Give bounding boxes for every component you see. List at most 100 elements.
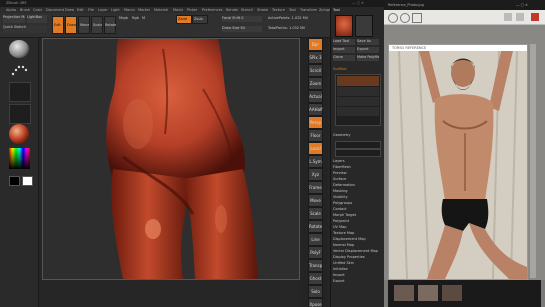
contact-section[interactable]: Contact [333,207,381,212]
zsub-button[interactable]: Zsub [192,15,208,24]
load-tool-button[interactable]: Load Tool [333,39,355,45]
zoom-out-icon[interactable] [400,13,410,23]
actual-button[interactable]: Actual [308,90,323,103]
rotate-icon[interactable] [412,13,422,23]
import-button[interactable]: Import [333,47,355,53]
initialize-section[interactable]: Initialize [333,267,381,272]
frame-button[interactable]: Frame [308,181,323,194]
save-as-button[interactable]: Save As [357,39,379,45]
layers-section[interactable]: Layers [333,159,381,164]
make-polymesh-button[interactable]: Make PolyMesh3D [357,55,379,61]
color-picker[interactable] [9,148,30,169]
polyf-button[interactable]: PolyF [308,246,323,259]
alpha-thumbnail[interactable] [9,82,31,102]
edit-button[interactable]: Edit [52,16,64,34]
polygroups-section[interactable]: Polygroups [333,201,381,206]
rotate-button[interactable]: Rotate [104,16,116,34]
normal-map-section[interactable]: Normal Map [333,243,381,248]
subdiv-slider[interactable] [335,141,381,149]
draw-button[interactable]: Draw [65,16,77,34]
mrgb-toggle[interactable]: Mrgb [119,16,128,21]
texture-thumbnail[interactable] [9,104,31,124]
reference-photo[interactable]: TORSO REFERENCE [388,44,528,280]
visibility-section[interactable]: Visibility [333,195,381,200]
zoom-in-icon[interactable] [388,13,398,23]
ghost-button[interactable]: Ghost [308,272,323,285]
subtool-thumbnail[interactable] [355,15,373,37]
subtool-row-active[interactable] [337,76,379,86]
masking-section[interactable]: Masking [333,189,381,194]
smt-slider[interactable] [335,149,381,157]
canvas-viewport[interactable] [42,38,300,280]
filmstrip-thumb[interactable] [394,285,414,301]
right-shelf: Bpr SPix 3 Scroll Zoom Actual AAHalf Per… [300,38,328,307]
preview-section[interactable]: Preview [333,171,381,176]
morph-target-section[interactable]: Morph Target [333,213,381,218]
xpose-button[interactable]: Xpose [308,298,323,307]
zadd-button[interactable]: Zadd [176,15,192,24]
photo-title-bar: Reference_Photo.jpg — ▢ ✕ [384,0,545,10]
display-properties-section[interactable]: Display Properties [333,255,381,260]
aahalf-button[interactable]: AAHalf [308,103,323,116]
import-section[interactable]: Import [333,273,381,278]
stroke-thumbnail[interactable] [9,62,29,80]
next-icon[interactable] [516,13,524,21]
close-icon[interactable] [531,13,539,21]
vector-displacement-section[interactable]: Vector Displacement Map [333,249,381,254]
polypaint-section[interactable]: Polypaint [333,219,381,224]
deformation-section[interactable]: Deformation [333,183,381,188]
rotate-view-button[interactable]: Rotate [308,220,323,233]
lsym-button[interactable]: L.Sym [308,155,323,168]
unified-skin-section[interactable]: Unified Skin [333,261,381,266]
export-button[interactable]: Export [357,47,379,53]
linefill-button[interactable]: Line Fill [308,233,323,253]
transp-button[interactable]: Transp [308,259,323,272]
solo-button[interactable]: Solo [308,285,323,298]
active-points-readout: ActivePoints: 1.032 Mil [268,16,308,20]
move-view-button[interactable]: Move [308,194,323,207]
fibermesh-section[interactable]: FiberMesh [333,165,381,170]
spix-button[interactable]: SPix 3 [308,51,323,64]
focal-shift-slider[interactable]: Focal Shift 0 [222,16,262,22]
quick-sketch-button[interactable]: Quick Sketch [3,25,47,33]
draw-size-slider[interactable]: Draw Size 64 [222,26,262,32]
texture-map-section[interactable]: Texture Map [333,231,381,236]
window-controls[interactable]: — ▢ ✕ [352,1,364,6]
floor-button[interactable]: Floor [308,129,323,142]
move-button[interactable]: Move [78,16,90,34]
main-color-swatch[interactable] [22,176,33,186]
subtool-row[interactable] [337,97,379,106]
filmstrip-thumb[interactable] [442,285,462,301]
geometry-section[interactable]: Geometry [333,133,381,138]
photo-window-controls[interactable]: — ▢ ✕ [516,3,528,8]
scroll-button[interactable]: Scroll [308,64,323,77]
xyz-button[interactable]: Xyz [308,168,323,181]
subtool-row[interactable] [337,107,379,116]
prev-icon[interactable] [504,13,512,21]
subtool-row[interactable] [337,87,379,96]
lightbox-button[interactable]: LightBox [27,15,47,23]
bpr-button[interactable]: Bpr [308,38,323,51]
tool-panel-header[interactable]: Tool [333,8,381,13]
scale-view-button[interactable]: Scale [308,207,323,220]
tool-thumbnail[interactable] [335,15,353,37]
filmstrip-thumb[interactable] [418,285,438,301]
zoom-button[interactable]: Zoom [308,77,323,90]
persp-button[interactable]: Persp [308,116,323,129]
surface-section[interactable]: Surface [333,177,381,182]
subtool-section[interactable]: SubTool [333,67,381,72]
photo-toolbar [384,10,545,25]
scale-button[interactable]: Scale [91,16,103,34]
m-toggle[interactable]: M [142,16,145,21]
material-thumbnail[interactable] [9,124,29,144]
local-button[interactable]: Local [308,142,323,155]
photo-scrollbar[interactable] [530,44,536,278]
rgb-toggle[interactable]: Rgb [132,16,139,21]
secondary-color-swatch[interactable] [9,176,20,186]
projection-master-button[interactable]: Projection Master [3,15,25,23]
brush-thumbnail[interactable] [9,40,29,58]
clone-button[interactable]: Clone [333,55,355,61]
displacement-map-section[interactable]: Displacement Map [333,237,381,242]
uv-map-section[interactable]: UV Map [333,225,381,230]
export-section[interactable]: Export [333,279,381,284]
